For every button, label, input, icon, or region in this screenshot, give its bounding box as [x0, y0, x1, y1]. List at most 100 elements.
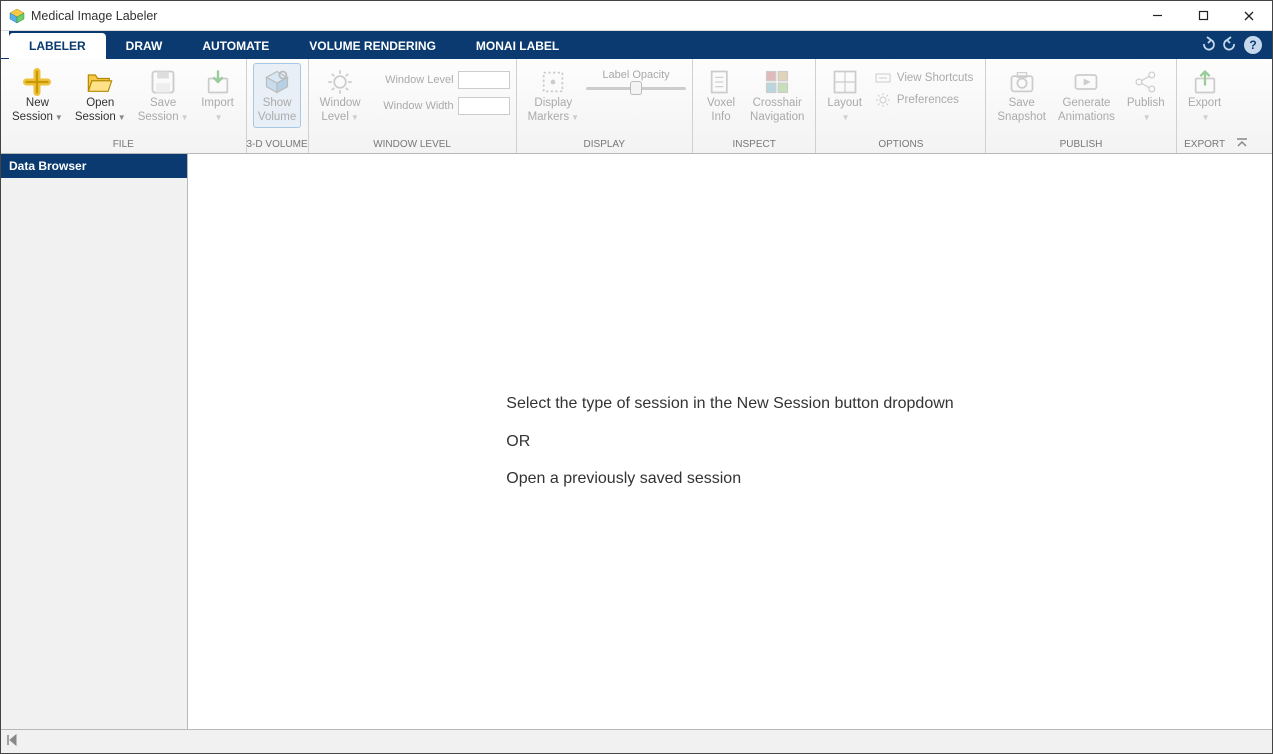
group-options: Layout▼ View Shortcuts Preferences OPTIO… — [816, 59, 986, 153]
plus-icon — [23, 68, 51, 96]
save-snapshot-button: Save Snapshot — [992, 63, 1051, 128]
group-display: Display Markers▼ Label Opacity DISPLAY — [517, 59, 693, 153]
tab-monai-label[interactable]: MONAI LABEL — [456, 33, 579, 59]
layout-label: Layout — [827, 97, 862, 109]
open-session-label: Open Session — [75, 97, 116, 123]
group-export: Export▼ EXPORT — [1177, 59, 1233, 153]
viewport-line-3: Open a previously saved session — [506, 466, 953, 492]
group-3d-volume: Show Volume 3-D VOLUME — [247, 59, 309, 153]
new-session-label: New Session — [12, 97, 53, 123]
tabstrip: LABELER DRAW AUTOMATE VOLUME RENDERING M… — [1, 31, 1272, 59]
data-browser-title: Data Browser — [1, 154, 187, 178]
label-opacity-slider — [586, 83, 686, 93]
tab-automate[interactable]: AUTOMATE — [182, 33, 289, 59]
new-session-button[interactable]: New Session▼ — [7, 63, 68, 128]
group-export-label: EXPORT — [1177, 137, 1233, 153]
titlebar: Medical Image Labeler — [1, 1, 1272, 31]
collapse-ribbon-button[interactable] — [1233, 59, 1251, 153]
group-window-level-label: WINDOW LEVEL — [309, 137, 516, 153]
cube-icon — [263, 68, 291, 96]
tab-draw-label: DRAW — [126, 39, 163, 53]
viewport: Select the type of session in the New Se… — [188, 154, 1272, 729]
export-button: Export▼ — [1183, 63, 1227, 128]
voxel-info-label: Voxel Info — [707, 96, 735, 125]
voxel-info-button: Voxel Info — [699, 63, 743, 128]
help-button[interactable]: ? — [1244, 36, 1262, 54]
export-icon — [1191, 68, 1219, 96]
group-options-label: OPTIONS — [816, 137, 985, 153]
import-button: Import▼ — [196, 63, 240, 128]
tab-volume-rendering[interactable]: VOLUME RENDERING — [289, 33, 456, 59]
tab-monai-label-label: MONAI LABEL — [476, 39, 559, 53]
publish-button: Publish▼ — [1122, 63, 1170, 128]
app-window: Medical Image Labeler LABELER DRAW AUTOM… — [0, 0, 1273, 754]
group-file-label: FILE — [1, 137, 246, 153]
display-markers-button: Display Markers▼ — [523, 63, 584, 128]
camera-icon — [1008, 68, 1036, 96]
markers-icon — [539, 68, 567, 96]
layout-button: Layout▼ — [822, 63, 867, 128]
group-publish: Save Snapshot Generate Animations Publis… — [986, 59, 1176, 153]
save-session-label: Save Session — [138, 97, 179, 123]
publish-label: Publish — [1127, 97, 1165, 109]
display-markers-label: Display Markers — [528, 97, 573, 123]
share-icon — [1132, 68, 1160, 96]
tabstrip-tools: ? — [1200, 31, 1272, 59]
group-inspect: Voxel Info Crosshair Navigation INSPECT — [693, 59, 816, 153]
open-session-button[interactable]: Open Session▼ — [70, 63, 131, 128]
film-icon — [1072, 68, 1100, 96]
statusbar — [1, 729, 1272, 753]
gear-icon — [875, 92, 891, 108]
group-display-label: DISPLAY — [517, 137, 692, 153]
label-opacity-label: Label Opacity — [602, 69, 669, 81]
view-shortcuts-label: View Shortcuts — [897, 72, 974, 84]
crosshair-nav-label: Crosshair Navigation — [750, 96, 804, 125]
window-width-field-label: Window Width — [368, 100, 454, 112]
statusbar-prev-icon[interactable] — [5, 733, 19, 750]
save-icon — [149, 68, 177, 96]
export-label: Export — [1188, 97, 1221, 109]
generate-animations-button: Generate Animations — [1053, 63, 1120, 128]
viewport-line-1: Select the type of session in the New Se… — [506, 391, 953, 417]
save-session-button: Save Session▼ — [133, 63, 194, 128]
tab-labeler-label: LABELER — [29, 39, 86, 53]
tab-draw[interactable]: DRAW — [106, 33, 183, 59]
window-level-button: Window Level▼ — [315, 63, 366, 128]
data-browser-body — [1, 178, 187, 729]
layout-icon — [831, 68, 859, 96]
tab-labeler[interactable]: LABELER — [9, 33, 106, 59]
window-level-field-label: Window Level — [368, 74, 454, 86]
group-window-level: Window Level▼ Window Level Window Width … — [309, 59, 517, 153]
info-icon — [707, 68, 735, 96]
viewport-line-2: OR — [506, 429, 953, 455]
import-label: Import — [201, 97, 234, 109]
crosshair-nav-button: Crosshair Navigation — [745, 63, 809, 128]
group-publish-label: PUBLISH — [986, 137, 1175, 153]
folder-open-icon — [86, 68, 114, 96]
maximize-button[interactable] — [1180, 1, 1226, 30]
window-title: Medical Image Labeler — [31, 9, 1134, 23]
window-width-input — [458, 97, 510, 115]
close-button[interactable] — [1226, 1, 1272, 30]
undo-button[interactable] — [1200, 36, 1216, 55]
data-browser-panel: Data Browser — [1, 154, 188, 729]
window-level-input — [458, 71, 510, 89]
tab-volume-rendering-label: VOLUME RENDERING — [309, 39, 436, 53]
preferences-button: Preferences — [869, 89, 980, 111]
body: Data Browser Select the type of session … — [1, 154, 1272, 729]
ribbon: New Session▼ Open Session▼ Save Session▼… — [1, 59, 1272, 154]
group-inspect-label: INSPECT — [693, 137, 815, 153]
minimize-button[interactable] — [1134, 1, 1180, 30]
redo-button[interactable] — [1222, 36, 1238, 55]
group-3d-volume-label: 3-D VOLUME — [247, 137, 308, 153]
crosshair-icon — [763, 68, 791, 96]
brightness-icon — [326, 68, 354, 96]
generate-animations-label: Generate Animations — [1058, 96, 1115, 125]
window-controls — [1134, 1, 1272, 30]
app-icon — [9, 8, 25, 24]
show-volume-button: Show Volume — [253, 63, 301, 128]
view-shortcuts-button: View Shortcuts — [869, 67, 980, 89]
show-volume-label: Show Volume — [258, 96, 296, 125]
group-file: New Session▼ Open Session▼ Save Session▼… — [1, 59, 247, 153]
keyboard-icon — [875, 70, 891, 86]
